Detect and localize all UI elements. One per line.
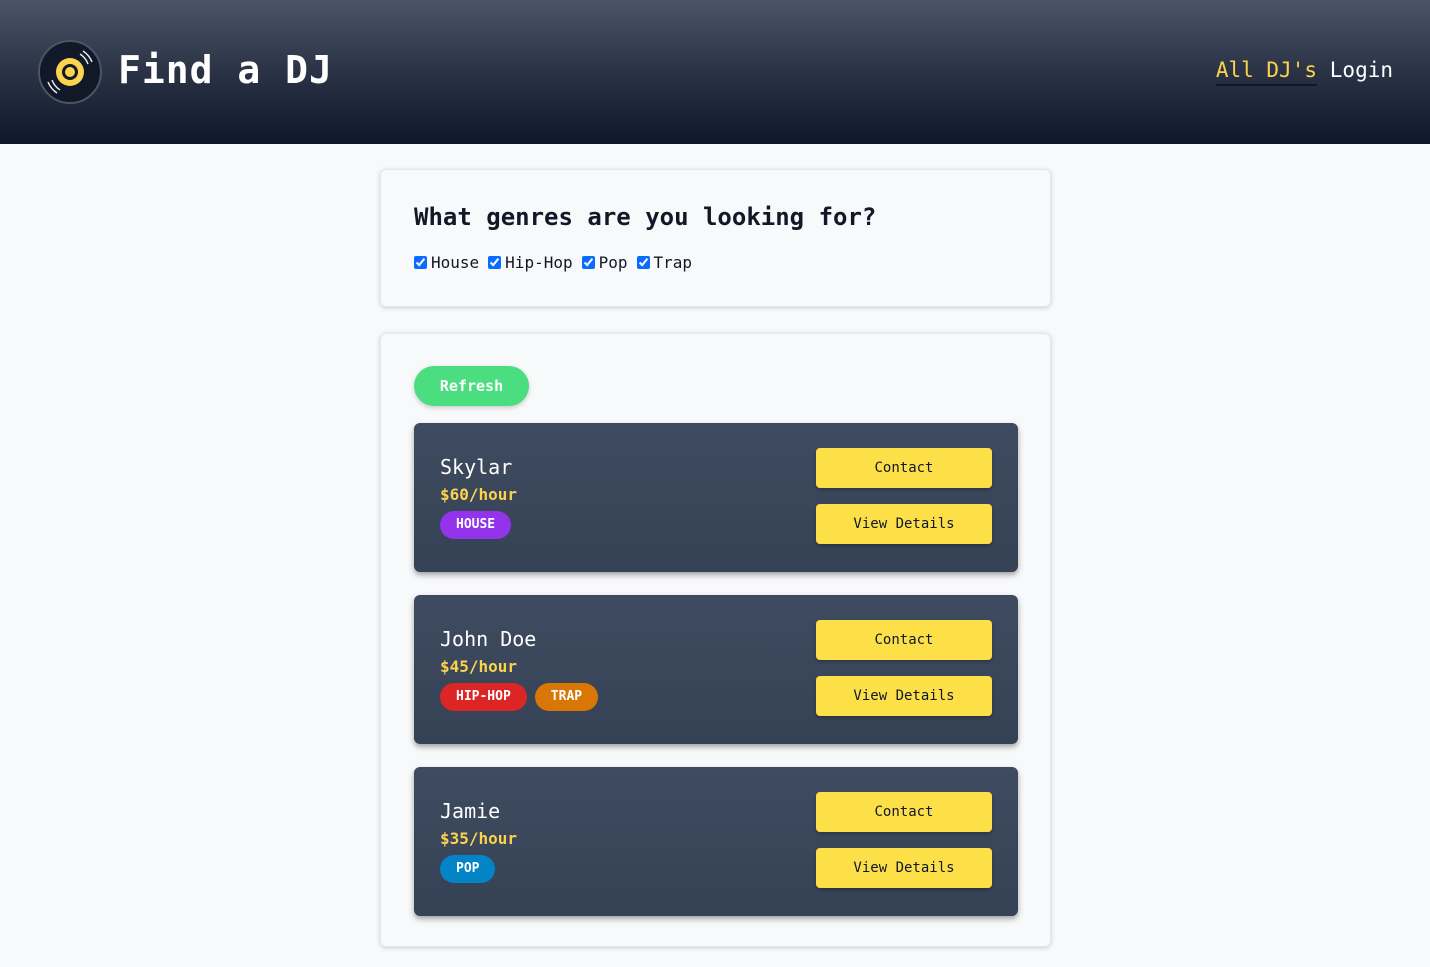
genre-tags: POP (440, 855, 503, 883)
contact-button[interactable]: Contact (816, 620, 992, 660)
genre-option-hip-hop[interactable]: Hip-Hop (488, 253, 573, 272)
trap-checkbox[interactable] (636, 256, 650, 269)
genre-label: House (431, 253, 480, 272)
dj-rate: $35/hour (440, 829, 518, 848)
view-details-button[interactable]: View Details (816, 848, 992, 888)
dj-card-skylar: Skylar $60/hour HOUSE Contact View Detai… (414, 423, 1018, 572)
contact-button[interactable]: Contact (816, 448, 992, 488)
view-details-button[interactable]: View Details (816, 504, 992, 544)
genre-option-house[interactable]: House (414, 253, 479, 272)
genre-option-trap[interactable]: Trap (636, 253, 693, 272)
nav-login-link[interactable]: Login (1330, 58, 1393, 82)
genre-checkbox-list: House Hip-Hop Pop Trap (414, 253, 701, 272)
genre-tags: HOUSE (440, 511, 519, 539)
site-header: Find a DJ All DJ's Login (0, 0, 1430, 144)
contact-button[interactable]: Contact (816, 792, 992, 832)
dj-rate: $60/hour (440, 485, 518, 504)
dj-name: Jamie (440, 799, 501, 823)
genre-label: Pop (598, 253, 628, 272)
genre-option-pop[interactable]: Pop (581, 253, 628, 272)
dj-rate: $45/hour (440, 657, 518, 676)
genre-filter-card: What genres are you looking for? House H… (380, 169, 1051, 307)
dj-card-john-doe: John Doe $45/hour HIP-HOP TRAP Contact V… (414, 595, 1018, 744)
filter-heading: What genres are you looking for? (414, 203, 877, 231)
view-details-button[interactable]: View Details (816, 676, 992, 716)
dj-list-card: Refresh Skylar $60/hour HOUSE Contact Vi… (380, 333, 1051, 947)
genre-label: Hip-Hop (505, 253, 573, 272)
genre-tags: HIP-HOP TRAP (440, 683, 606, 711)
genre-tag-hip-hop: HIP-HOP (440, 683, 527, 711)
refresh-button[interactable]: Refresh (414, 366, 529, 406)
genre-tag-pop: POP (440, 855, 496, 883)
dj-name: John Doe (440, 627, 537, 651)
house-checkbox[interactable] (414, 256, 427, 269)
dj-name: Skylar (440, 455, 513, 479)
genre-label: Trap (653, 253, 693, 272)
genre-tag-trap: TRAP (534, 683, 599, 711)
hip-hop-checkbox[interactable] (488, 256, 502, 269)
dj-card-jamie: Jamie $35/hour POP Contact View Details (414, 767, 1018, 916)
site-title[interactable]: Find a DJ (118, 48, 333, 92)
pop-checkbox[interactable] (581, 256, 595, 269)
vinyl-record-icon[interactable] (38, 40, 102, 104)
genre-tag-house: HOUSE (440, 511, 512, 539)
nav-all-djs-link[interactable]: All DJ's (1215, 58, 1317, 86)
